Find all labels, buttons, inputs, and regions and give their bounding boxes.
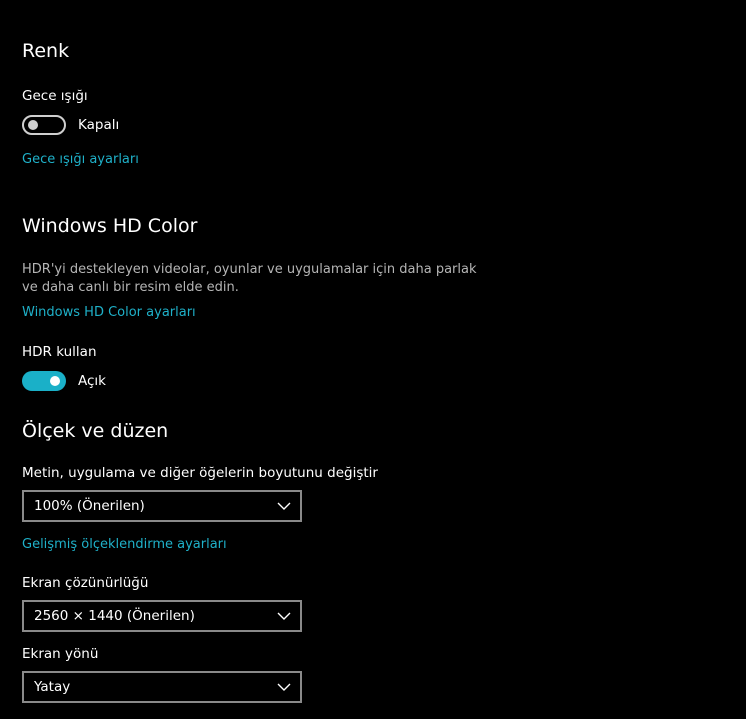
chevron-down-icon: [277, 609, 291, 623]
hdr-state-label: Açık: [78, 373, 106, 389]
resolution-dropdown-value: 2560 × 1440 (Önerilen): [34, 608, 195, 624]
hd-color-settings-link[interactable]: Windows HD Color ayarları: [22, 305, 196, 320]
orientation-dropdown-value: Yatay: [34, 679, 71, 695]
renk-section-title: Renk: [22, 40, 70, 62]
night-light-state-label: Kapalı: [78, 117, 120, 133]
hdr-label: HDR kullan: [22, 344, 97, 360]
resolution-dropdown[interactable]: 2560 × 1440 (Önerilen): [22, 600, 302, 632]
hd-color-description: HDR'yi destekleyen videolar, oyunlar ve …: [22, 262, 477, 295]
toggle-knob: [50, 376, 60, 386]
orientation-dropdown[interactable]: Yatay: [22, 671, 302, 703]
night-light-toggle-row: Kapalı: [22, 115, 119, 135]
orientation-label: Ekran yönü: [22, 646, 99, 662]
resolution-label: Ekran çözünürlüğü: [22, 575, 149, 591]
night-light-label: Gece ışığı: [22, 88, 88, 104]
scale-dropdown[interactable]: 100% (Önerilen): [22, 490, 302, 522]
night-light-settings-link[interactable]: Gece ışığı ayarları: [22, 152, 139, 167]
chevron-down-icon: [277, 680, 291, 694]
display-settings-page: Renk Gece ışığı Kapalı Gece ışığı ayarla…: [0, 0, 746, 719]
toggle-knob: [28, 120, 38, 130]
chevron-down-icon: [277, 499, 291, 513]
night-light-toggle[interactable]: [22, 115, 66, 135]
hdr-toggle-row: Açık: [22, 371, 106, 391]
scale-dropdown-value: 100% (Önerilen): [34, 498, 145, 514]
scale-label: Metin, uygulama ve diğer öğelerin boyutu…: [22, 465, 378, 481]
hd-color-section-title: Windows HD Color: [22, 215, 198, 237]
advanced-scaling-link[interactable]: Gelişmiş ölçeklendirme ayarları: [22, 537, 227, 552]
hdr-toggle[interactable]: [22, 371, 66, 391]
scale-layout-section-title: Ölçek ve düzen: [22, 420, 169, 442]
